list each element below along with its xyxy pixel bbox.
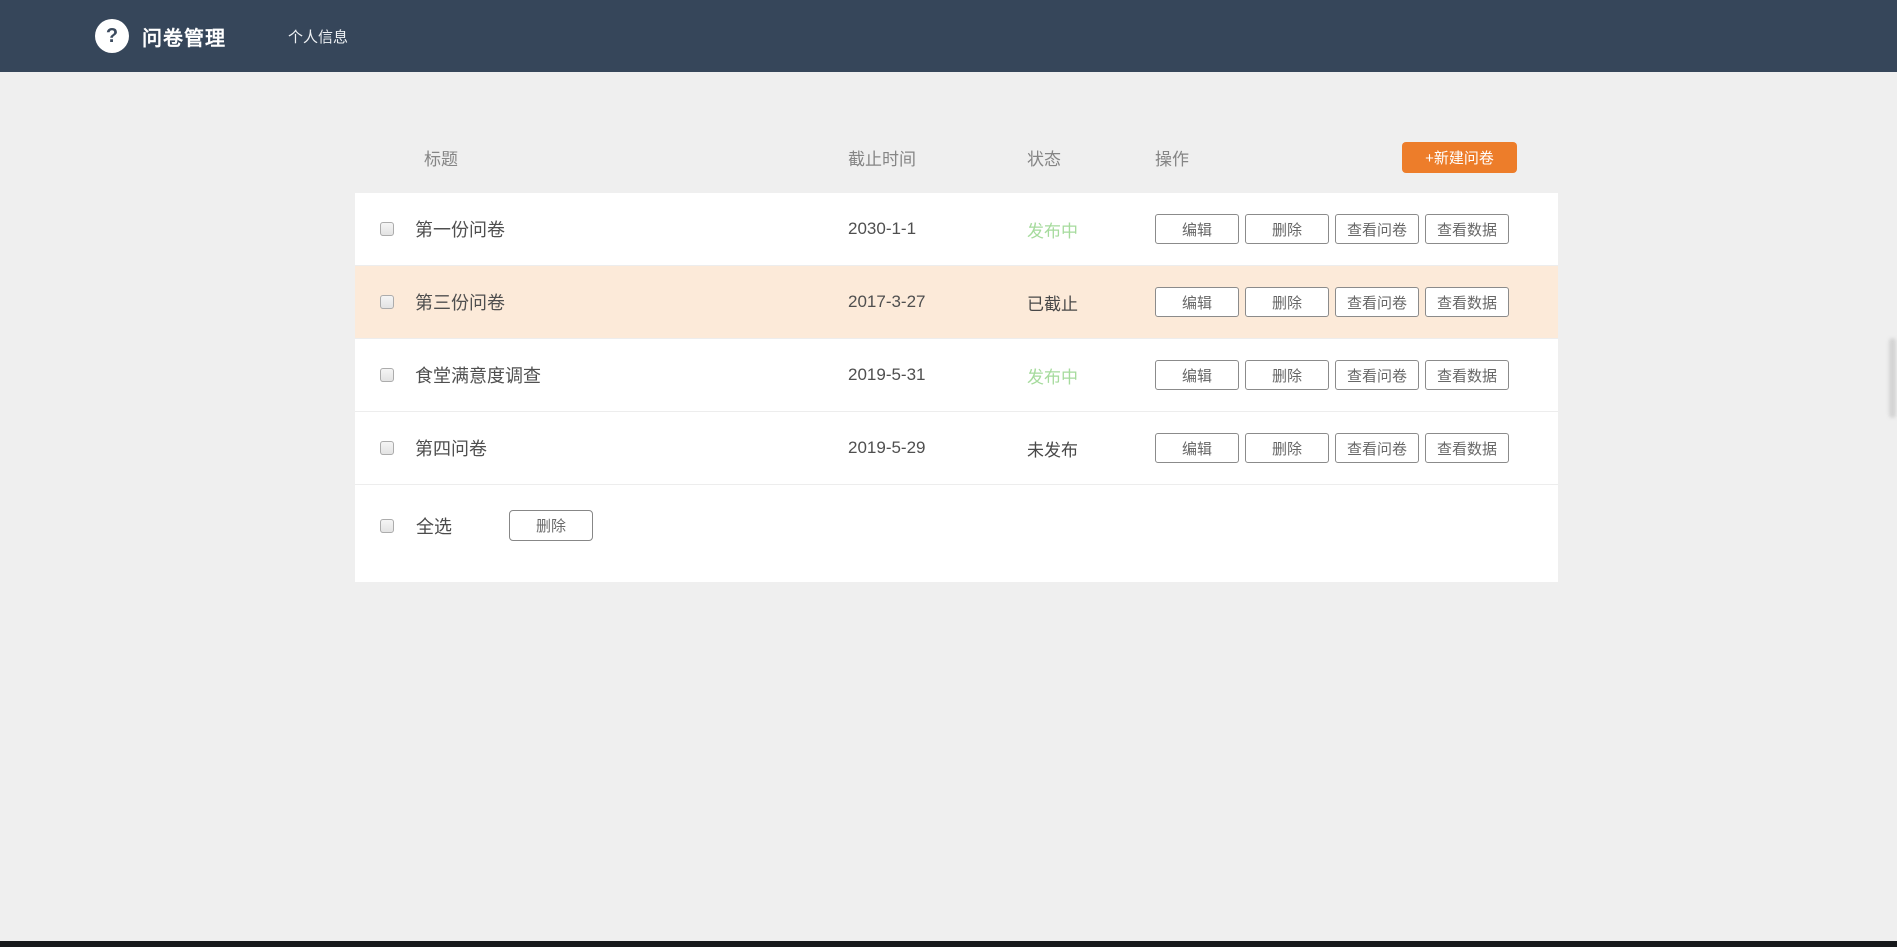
view-questionnaire-button[interactable]: 查看问卷: [1335, 287, 1419, 317]
select-all-checkbox[interactable]: [380, 518, 394, 533]
edit-button[interactable]: 编辑: [1155, 360, 1239, 390]
column-header-status: 状态: [1027, 150, 1061, 169]
view-data-button[interactable]: 查看数据: [1425, 287, 1509, 317]
deadline-value: 2017-3-27: [848, 292, 926, 311]
help-icon[interactable]: ?: [95, 19, 129, 53]
row-actions: 编辑 删除 查看问卷 查看数据: [1155, 360, 1558, 390]
status-label: 发布中: [1027, 221, 1078, 241]
row-checkbox-cell: [355, 295, 415, 309]
delete-button[interactable]: 删除: [1245, 360, 1329, 390]
view-questionnaire-button[interactable]: 查看问卷: [1335, 360, 1419, 390]
column-header-actions-wrap: 操作 +新建问卷: [1155, 142, 1558, 173]
row-checkbox[interactable]: [380, 222, 394, 236]
status-label: 已截止: [1027, 294, 1078, 314]
top-navbar: ? 问卷管理 个人信息: [0, 0, 1897, 72]
row-actions: 编辑 删除 查看问卷 查看数据: [1155, 433, 1558, 463]
view-questionnaire-button[interactable]: 查看问卷: [1335, 214, 1419, 244]
questionnaire-title: 第一份问卷: [415, 220, 505, 240]
scrollbar-thumb[interactable]: [1889, 338, 1896, 418]
select-all-label: 全选: [416, 516, 452, 537]
view-data-button[interactable]: 查看数据: [1425, 360, 1509, 390]
deadline-value: 2030-1-1: [848, 219, 917, 238]
row-checkbox-cell: [355, 441, 415, 455]
table-row: 食堂满意度调查 2019-5-31 发布中 编辑 删除 查看问卷 查看数据: [355, 339, 1558, 412]
table-row: 第三份问卷 2017-3-27 已截止 编辑 删除 查看问卷 查看数据: [355, 266, 1558, 339]
nav-item-questionnaire-management[interactable]: 问卷管理: [142, 22, 226, 51]
edit-button[interactable]: 编辑: [1155, 433, 1239, 463]
delete-button[interactable]: 删除: [1245, 433, 1329, 463]
questionnaire-title: 第四问卷: [415, 439, 487, 459]
status-label: 发布中: [1027, 367, 1078, 387]
column-header-title: 标题: [424, 150, 458, 169]
row-checkbox-cell: [355, 222, 415, 236]
view-questionnaire-button[interactable]: 查看问卷: [1335, 433, 1419, 463]
edit-button[interactable]: 编辑: [1155, 214, 1239, 244]
nav-item-personal-info[interactable]: 个人信息: [288, 26, 348, 47]
table-footer-row: 全选 删除: [355, 485, 1558, 582]
table-body: 第一份问卷 2030-1-1 发布中 编辑 删除 查看问卷 查看数据 第三份问卷…: [355, 193, 1558, 485]
delete-button[interactable]: 删除: [1245, 214, 1329, 244]
questionnaire-title: 食堂满意度调查: [415, 366, 541, 386]
questionnaire-title: 第三份问卷: [415, 293, 505, 313]
delete-button[interactable]: 删除: [1245, 287, 1329, 317]
bottom-edge-strip: [0, 941, 1897, 947]
footer-controls: 全选 删除: [355, 510, 593, 541]
row-checkbox[interactable]: [380, 295, 394, 309]
table-row: 第一份问卷 2030-1-1 发布中 编辑 删除 查看问卷 查看数据: [355, 193, 1558, 266]
edit-button[interactable]: 编辑: [1155, 287, 1239, 317]
questionnaire-panel: 标题 截止时间 状态 操作 +新建问卷 第一份问卷 2030-1-1 发布中 编…: [355, 122, 1558, 582]
deadline-value: 2019-5-29: [848, 438, 926, 457]
view-data-button[interactable]: 查看数据: [1425, 214, 1509, 244]
view-data-button[interactable]: 查看数据: [1425, 433, 1509, 463]
row-actions: 编辑 删除 查看问卷 查看数据: [1155, 214, 1558, 244]
row-checkbox[interactable]: [380, 368, 394, 382]
column-header-actions: 操作: [1155, 150, 1189, 169]
row-actions: 编辑 删除 查看问卷 查看数据: [1155, 287, 1558, 317]
row-checkbox-cell: [355, 368, 415, 382]
question-mark-glyph: ?: [105, 24, 119, 47]
row-checkbox[interactable]: [380, 441, 394, 455]
deadline-value: 2019-5-31: [848, 365, 926, 384]
table-row: 第四问卷 2019-5-29 未发布 编辑 删除 查看问卷 查看数据: [355, 412, 1558, 485]
table-header-row: 标题 截止时间 状态 操作 +新建问卷: [355, 122, 1558, 193]
status-label: 未发布: [1027, 440, 1078, 460]
column-header-deadline: 截止时间: [848, 150, 916, 169]
bulk-delete-button[interactable]: 删除: [509, 510, 593, 541]
new-questionnaire-button[interactable]: +新建问卷: [1402, 142, 1517, 173]
main-content: 标题 截止时间 状态 操作 +新建问卷 第一份问卷 2030-1-1 发布中 编…: [0, 122, 1897, 582]
